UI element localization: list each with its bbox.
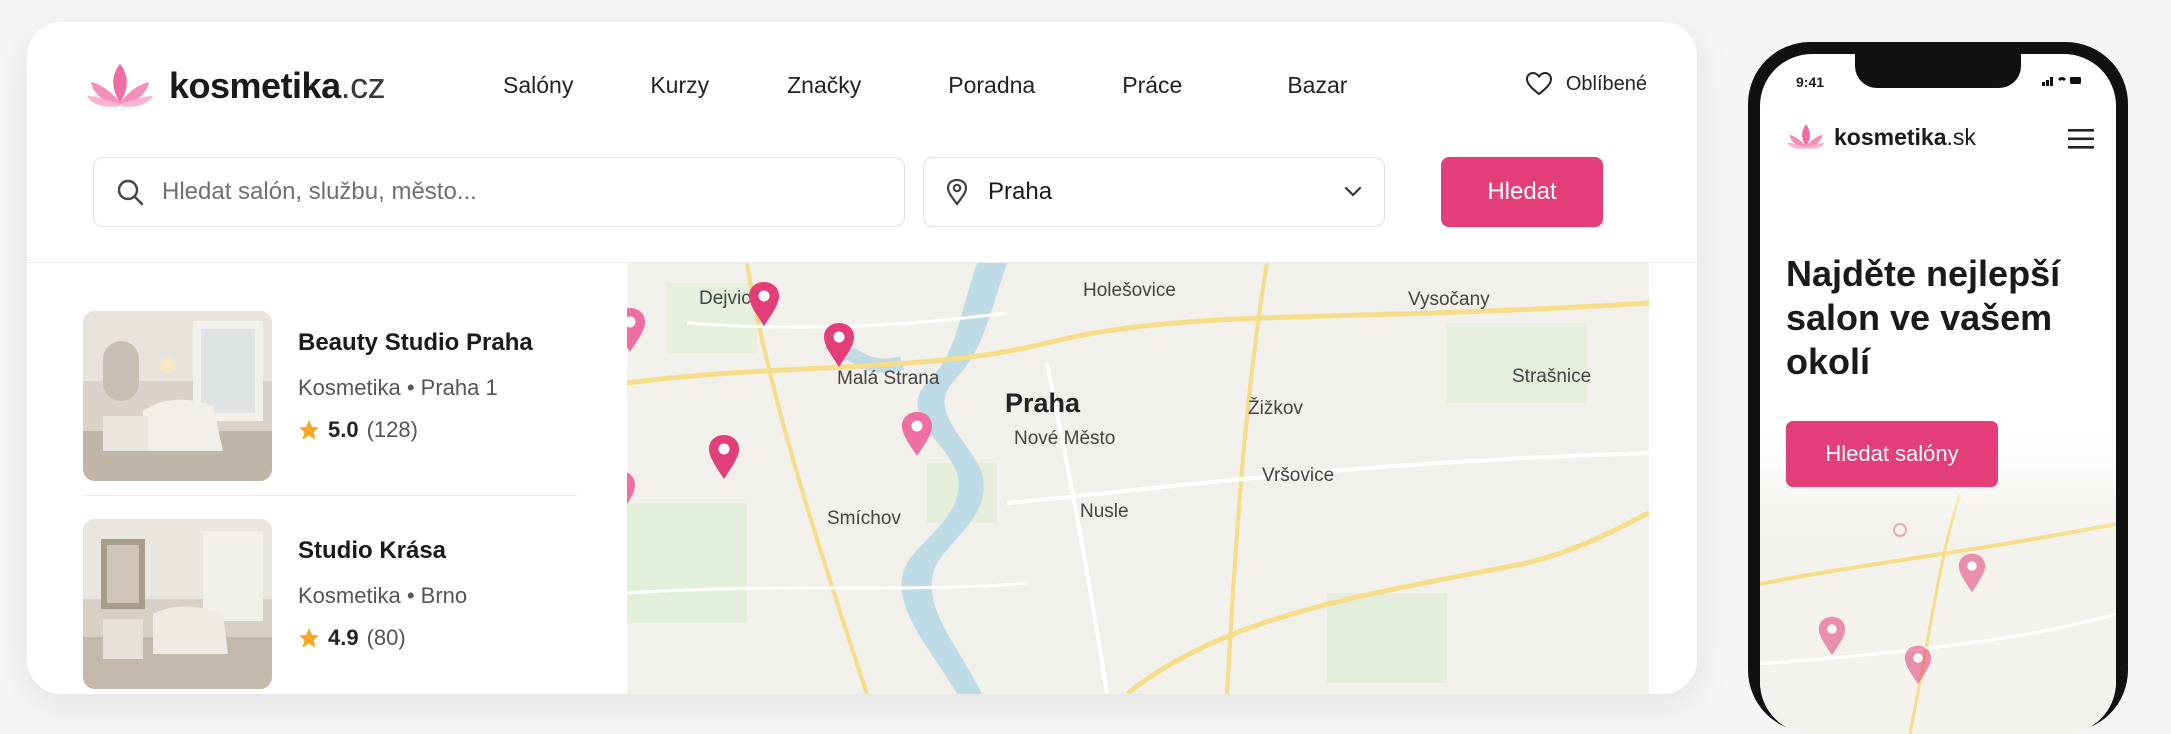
nav-item-salony[interactable]: Salóny <box>503 72 573 99</box>
favorites-link[interactable]: Oblíbené <box>1525 72 1647 96</box>
map-label-nove-mesto: Nové Město <box>1014 428 1116 449</box>
map-pin[interactable] <box>900 410 934 458</box>
map-pin[interactable] <box>747 280 781 328</box>
review-count: (80) <box>366 625 406 650</box>
location-pin-icon <box>946 178 968 206</box>
favorites-label: Oblíbené <box>1565 72 1647 95</box>
lotus-icon <box>1787 124 1825 149</box>
map-label-city: Praha <box>1005 388 1081 418</box>
location-value: Praha <box>988 178 1053 205</box>
phone-frame: 9:41 kosmetika.sk Najděte nejlepší salon… <box>1748 42 2128 734</box>
review-count: (128) <box>366 417 418 442</box>
search-box[interactable] <box>93 157 905 227</box>
salon-info: Beauty Studio Praha Kosmetika • Praha 1 … <box>298 311 533 481</box>
list-item[interactable]: Beauty Studio Praha Kosmetika • Praha 1 … <box>83 311 533 481</box>
nav-item-znacky[interactable]: Značky <box>787 72 861 99</box>
status-time: 9:41 <box>1796 74 1825 90</box>
search-input[interactable] <box>162 178 802 206</box>
brand-logo[interactable]: kosmetika.cz <box>85 60 386 112</box>
map-label-vysocany: Vysočany <box>1408 289 1490 310</box>
map-pin[interactable] <box>1903 644 1937 692</box>
map-pin[interactable] <box>707 433 741 481</box>
heart-icon <box>1525 72 1552 96</box>
hamburger-menu-icon[interactable] <box>2068 128 2094 150</box>
salon-info: Studio Krása Kosmetika • Brno 4.9 (80) <box>298 519 467 689</box>
phone-screen: 9:41 kosmetika.sk Najděte nejlepší salon… <box>1760 54 2116 734</box>
star-icon <box>299 420 319 440</box>
rating-value: 4.9 <box>328 625 359 650</box>
star-icon <box>299 628 319 648</box>
map-pin[interactable] <box>627 469 637 517</box>
map[interactable]: Dejvice Holešovice Vysočany Malá Strana … <box>627 263 1649 694</box>
salon-meta: Kosmetika • Brno <box>298 583 468 608</box>
nav-item-bazar[interactable]: Bazar <box>1287 72 1347 99</box>
brand-name: kosmetika.cz <box>169 65 386 106</box>
find-salons-button[interactable]: Hledat salóny <box>1786 421 1998 487</box>
search-icon <box>117 179 144 206</box>
location-select[interactable]: Praha <box>923 157 1385 227</box>
salon-rating: 5.0 (128) <box>298 417 533 443</box>
map-label-smichov: Smíchov <box>827 508 901 529</box>
salon-photo <box>83 519 272 689</box>
salon-meta: Kosmetika • Praha 1 <box>298 375 498 400</box>
rating-value: 5.0 <box>328 417 359 442</box>
status-icons <box>2042 74 2082 89</box>
mobile-brand-logo[interactable]: kosmetika.sk <box>1786 122 1976 152</box>
signal-icon <box>2042 77 2081 86</box>
salon-name[interactable]: Studio Krása <box>298 537 467 565</box>
salon-name[interactable]: Beauty Studio Praha <box>298 329 533 357</box>
map-label-zizkov: Žižkov <box>1248 398 1303 419</box>
nav-item-prace[interactable]: Práce <box>1122 72 1182 99</box>
hero-title: Najděte nejlepší salon ve vašem okolí <box>1786 253 2061 382</box>
mobile-brand-name: kosmetika.sk <box>1834 123 1976 150</box>
map-pin[interactable] <box>822 321 856 369</box>
map-label-vrsovice: Vršovice <box>1262 465 1335 486</box>
results-list: Beauty Studio Praha Kosmetika • Praha 1 … <box>27 263 627 694</box>
chevron-down-icon <box>1344 186 1362 197</box>
search-button[interactable]: Hledat <box>1441 157 1603 227</box>
salon-photo <box>83 311 272 481</box>
map-label-strasnice: Strašnice <box>1512 366 1592 387</box>
phone-notch <box>1855 54 2021 88</box>
desktop-window: kosmetika.cz Salóny Kurzy Značky Poradna… <box>27 22 1697 694</box>
header: kosmetika.cz Salóny Kurzy Značky Poradna… <box>27 22 1697 262</box>
map-pin[interactable] <box>627 306 647 354</box>
map-label-nusle: Nusle <box>1080 501 1129 522</box>
map-label-holesovice: Holešovice <box>1083 280 1176 301</box>
main-nav: Salóny Kurzy Značky Poradna Práce Bazar <box>503 72 1347 99</box>
list-divider <box>83 495 577 496</box>
map-label-mala-strana: Malá Strana <box>837 368 940 389</box>
nav-item-poradna[interactable]: Poradna <box>948 72 1035 99</box>
map-pin[interactable] <box>1957 552 1991 600</box>
list-item[interactable]: Studio Krása Kosmetika • Brno 4.9 (80) <box>83 519 467 689</box>
nav-item-kurzy[interactable]: Kurzy <box>650 72 709 99</box>
map-pin[interactable] <box>1817 615 1851 663</box>
salon-rating: 4.9 (80) <box>298 625 467 651</box>
lotus-icon <box>87 64 153 107</box>
